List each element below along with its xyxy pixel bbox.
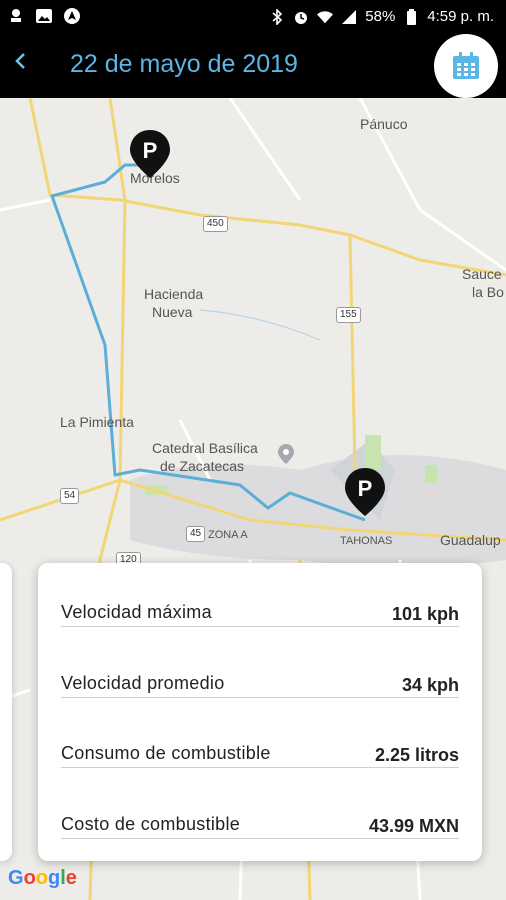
route-shield-450: 450 <box>203 216 228 232</box>
start-parking-marker[interactable]: P <box>128 128 172 180</box>
stat-value: 34 kph <box>401 675 459 695</box>
calendar-icon <box>453 52 479 79</box>
stat-label: Consumo de combustible <box>61 743 271 763</box>
notification-icon <box>8 8 24 24</box>
map-label-sauceda: Sauce <box>462 266 502 282</box>
parking-marker-label: P <box>143 138 158 163</box>
navigation-icon <box>64 8 80 24</box>
map-label-guadalupe: Guadalup <box>440 532 501 548</box>
google-logo: Google <box>8 866 80 896</box>
clock: 4:59 p. m. <box>427 8 494 25</box>
google-wordmark: Google <box>8 867 77 889</box>
battery-percent: 58% <box>365 8 396 25</box>
map-label-catedral: Catedral Basílica <box>152 440 258 456</box>
place-pin-icon <box>278 444 294 464</box>
map-label-hacienda: Hacienda <box>144 286 204 302</box>
svg-text:Google: Google <box>8 867 77 889</box>
map-label-hacienda-2: Nueva <box>152 304 193 320</box>
status-bar: 58% 4:59 p. m. <box>0 0 506 34</box>
previous-card-peek[interactable] <box>0 563 12 861</box>
route-shield-54: 54 <box>60 488 80 504</box>
map-label-zona: ZONA A <box>208 529 248 541</box>
image-icon <box>36 8 52 24</box>
stat-row-fuel-cost: Costo de combustible 43.99 MXN <box>61 808 459 839</box>
map-label-panuco: Pánuco <box>360 116 408 132</box>
parking-marker-label: P <box>358 476 373 501</box>
route-shield-45: 45 <box>186 526 206 542</box>
parking-pin-icon: P <box>345 468 385 516</box>
signal-icon <box>341 9 357 25</box>
wifi-icon <box>317 9 334 25</box>
trip-stats-card[interactable]: Velocidad máxima 101 kph Velocidad prome… <box>38 563 482 861</box>
calendar-button[interactable] <box>434 34 498 98</box>
bluetooth-icon <box>269 8 285 25</box>
map-label-pimienta: La Pimienta <box>60 414 134 430</box>
alarm-icon <box>293 9 309 25</box>
parking-pin-icon: P <box>130 130 170 178</box>
map-label-sauceda-2: la Bo <box>472 284 504 300</box>
battery-icon <box>403 8 419 25</box>
chevron-left-icon <box>15 53 25 69</box>
stat-row-max-speed: Velocidad máxima 101 kph <box>61 596 459 627</box>
stat-label: Velocidad máxima <box>61 602 212 622</box>
stat-row-avg-speed: Velocidad promedio 34 kph <box>61 667 459 698</box>
page-title: 22 de mayo de 2019 <box>70 50 298 78</box>
stat-value: 101 kph <box>391 604 459 624</box>
stat-value: 43.99 MXN <box>368 816 459 836</box>
app-header: 22 de mayo de 2019 <box>0 34 506 98</box>
stat-value: 2.25 litros <box>374 745 459 765</box>
back-button[interactable] <box>8 50 32 80</box>
route-shield-155: 155 <box>336 307 361 323</box>
map-label-catedral-2: de Zacatecas <box>160 458 245 474</box>
map-label-tahonas: TAHONAS <box>340 535 393 547</box>
end-parking-marker[interactable]: P <box>343 466 387 518</box>
stat-label: Costo de combustible <box>61 814 241 834</box>
stat-label: Velocidad promedio <box>61 673 225 693</box>
stat-row-fuel-consumption: Consumo de combustible 2.25 litros <box>61 737 459 768</box>
